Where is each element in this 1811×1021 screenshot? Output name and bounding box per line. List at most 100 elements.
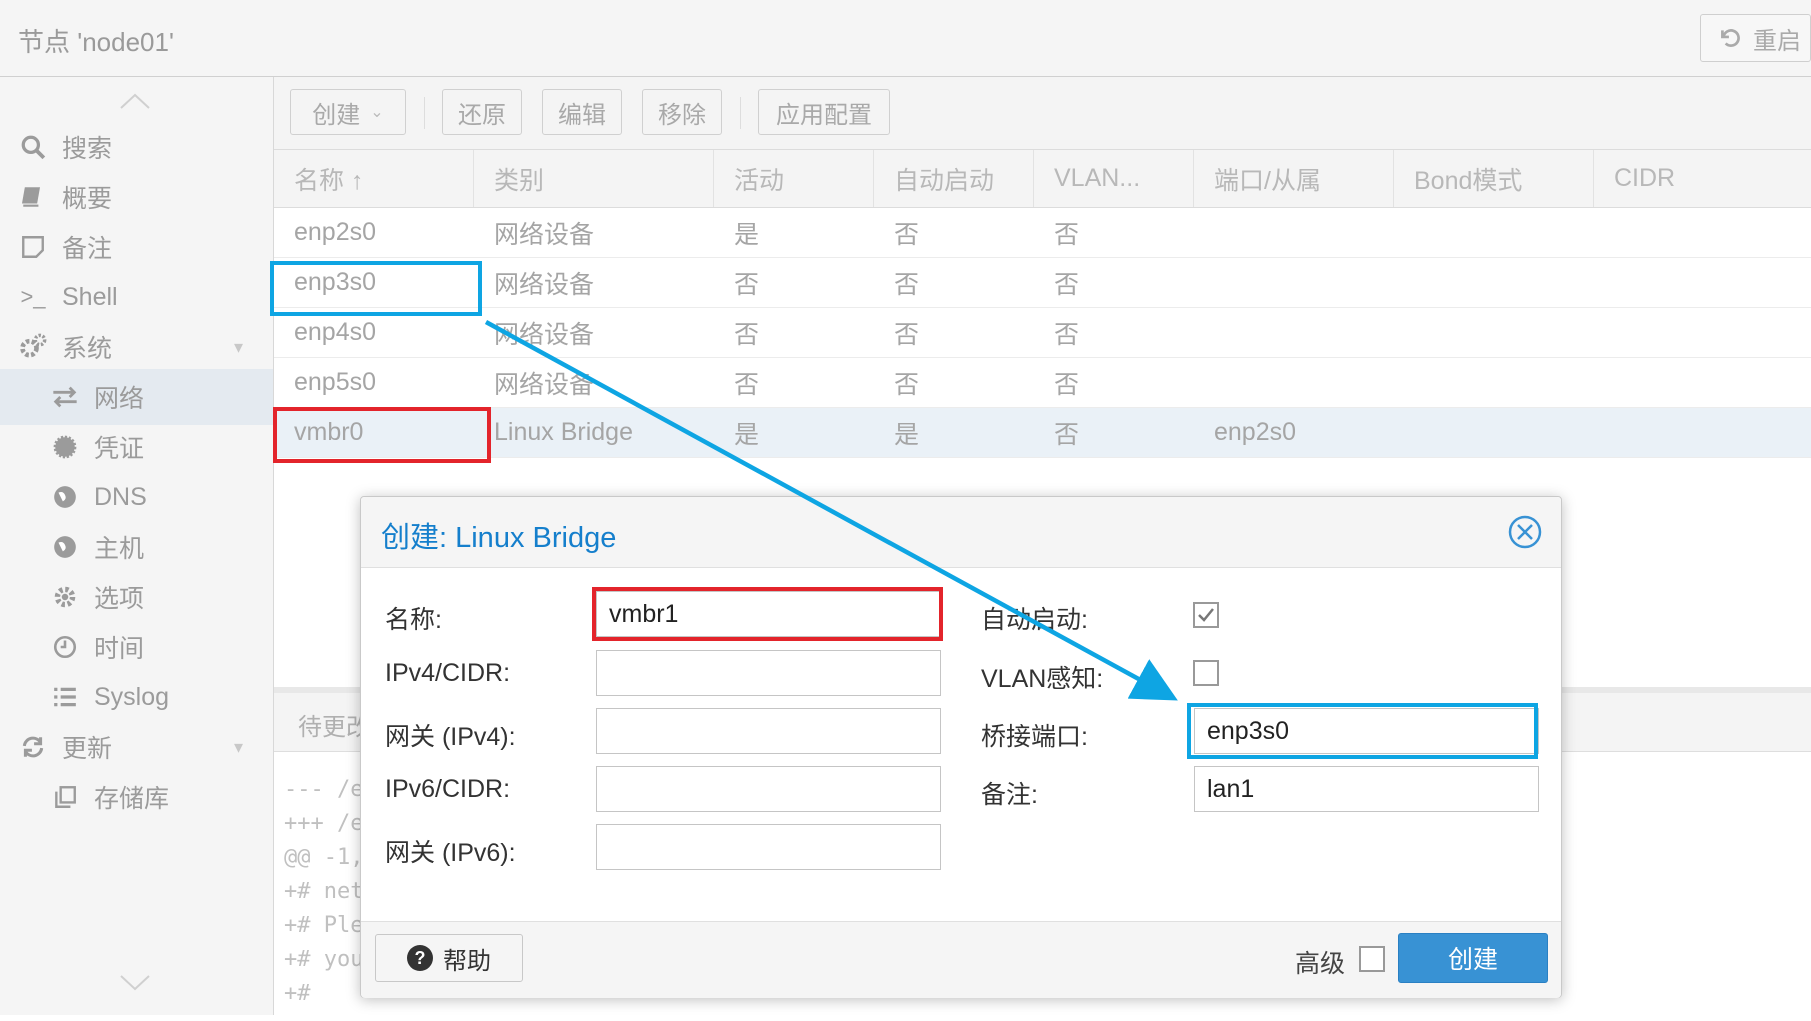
globe-icon — [50, 482, 80, 512]
sidebar-item-label: DNS — [94, 482, 147, 511]
column-header-active[interactable]: 活动 — [714, 150, 874, 207]
gateway-ipv4-input[interactable] — [596, 708, 941, 754]
copy-icon — [50, 782, 80, 812]
name-label: 名称: — [385, 606, 442, 634]
apply-config-button[interactable]: 应用配置 — [758, 89, 890, 135]
cell-active: 否 — [734, 270, 760, 299]
cell-vlan: 否 — [1054, 270, 1080, 299]
sidebar-item-syslog[interactable]: Syslog — [0, 669, 273, 725]
ipv6-cidr-input[interactable] — [596, 766, 941, 812]
diff-line: +# net — [284, 879, 364, 904]
create-menu-button[interactable]: 创建 ⌄ — [290, 89, 406, 135]
diff-line: +# you — [284, 947, 364, 972]
node-title: 节点 'node01' — [18, 27, 174, 57]
sidebar-item-label: 搜索 — [62, 135, 113, 163]
cell-autostart: 否 — [894, 270, 920, 299]
edit-button[interactable]: 编辑 — [542, 89, 622, 135]
cell-autostart: 是 — [894, 420, 920, 449]
create-menu-label: 创建 — [312, 101, 361, 129]
sidebar-item-search[interactable]: 搜索 — [0, 119, 273, 175]
revert-button[interactable]: 还原 — [442, 89, 522, 135]
ipv6-cidr-label: IPv6/CIDR: — [385, 775, 511, 803]
cell-active: 是 — [734, 420, 760, 449]
ipv4-cidr-input[interactable] — [596, 650, 941, 696]
sidebar-item-label: 存储库 — [94, 785, 170, 813]
sidebar-item-label: 更新 — [62, 735, 113, 763]
book-icon — [18, 182, 48, 212]
column-header-autostart[interactable]: 自动启动 — [874, 150, 1034, 207]
remove-button[interactable]: 移除 — [642, 89, 722, 135]
sidebar-item-summary[interactable]: 概要 — [0, 169, 273, 225]
table-row[interactable]: vmbr0 Linux Bridge 是 是 否 enp2s0 — [274, 408, 1811, 458]
check-icon — [1198, 608, 1214, 622]
cell-active: 否 — [734, 370, 760, 399]
sidebar-item-label: 概要 — [62, 185, 113, 213]
note-icon — [18, 232, 48, 262]
column-header-bond-mode[interactable]: Bond模式 — [1394, 150, 1594, 207]
cell-type: Linux Bridge — [494, 418, 633, 446]
sidebar-item-repositories[interactable]: 存储库 — [0, 769, 273, 825]
table-row[interactable]: enp5s0 网络设备 否 否 否 — [274, 358, 1811, 408]
column-header-vlan[interactable]: VLAN... — [1034, 150, 1194, 207]
gateway-ipv6-input[interactable] — [596, 824, 941, 870]
highlight-box-name-input — [592, 587, 943, 641]
cell-name: enp5s0 — [294, 368, 377, 396]
highlight-box-enp3s0 — [270, 261, 482, 316]
table-row[interactable]: enp3s0 网络设备 否 否 否 — [274, 258, 1811, 308]
column-header-name[interactable]: 名称 ↑ — [274, 150, 474, 207]
create-button[interactable]: 创建 — [1398, 933, 1548, 983]
reboot-button[interactable]: 重启 — [1700, 14, 1811, 62]
sidebar-item-network[interactable]: 网络 — [0, 369, 273, 425]
clock-icon — [50, 632, 80, 662]
sidebar-item-label: Shell — [62, 282, 118, 311]
cell-ports — [1194, 358, 1214, 407]
close-icon[interactable] — [1508, 515, 1542, 549]
help-label: 帮助 — [443, 947, 491, 975]
chevron-down-icon[interactable]: ▾ — [234, 737, 243, 758]
vlan-aware-checkbox[interactable] — [1193, 660, 1219, 686]
sidebar-item-label: 网络 — [94, 385, 145, 413]
column-header-ports[interactable]: 端口/从属 — [1194, 150, 1394, 207]
diff-line: +# — [284, 981, 311, 1006]
advanced-checkbox[interactable] — [1359, 946, 1385, 972]
column-header-cidr[interactable]: CIDR — [1594, 150, 1811, 207]
autostart-checkbox[interactable] — [1193, 602, 1219, 628]
sidebar-item-dns[interactable]: DNS — [0, 469, 273, 525]
table-row[interactable]: enp2s0 网络设备 是 否 否 — [274, 208, 1811, 258]
cell-vlan: 否 — [1054, 220, 1080, 249]
chevron-down-icon[interactable]: ▾ — [234, 337, 243, 358]
sidebar-item-options[interactable]: 选项 — [0, 569, 273, 625]
node-header: 节点 'node01' 重启 — [0, 0, 1811, 77]
help-button[interactable]: ? 帮助 — [375, 934, 523, 982]
sidebar-item-system[interactable]: 系统 ▾ — [0, 319, 273, 375]
search-icon — [18, 132, 48, 162]
cell-name: enp2s0 — [294, 218, 377, 246]
cell-type: 网络设备 — [494, 370, 595, 399]
question-icon: ? — [407, 945, 433, 971]
cell-type: 网络设备 — [494, 220, 595, 249]
sidebar-item-label: 选项 — [94, 585, 145, 613]
network-toolbar: 创建 ⌄ 还原 编辑 移除 应用配置 — [274, 77, 1811, 150]
terminal-icon: >_ — [20, 284, 46, 309]
cell-vlan: 否 — [1054, 320, 1080, 349]
scroll-up-icon[interactable] — [118, 91, 152, 111]
diff-line: +# Ple — [284, 913, 364, 938]
scroll-down-icon[interactable] — [118, 973, 152, 993]
sidebar-item-hosts[interactable]: 主机 — [0, 519, 273, 575]
sidebar-item-time[interactable]: 时间 — [0, 619, 273, 675]
highlight-box-vmbr0 — [273, 407, 491, 463]
comment-input[interactable]: lan1 — [1194, 766, 1539, 812]
sidebar-item-notes[interactable]: 备注 — [0, 219, 273, 275]
highlight-box-bridge-ports-input — [1187, 703, 1538, 759]
sidebar-item-shell[interactable]: >_ Shell — [0, 269, 273, 325]
advanced-label: 高级 — [1295, 950, 1346, 978]
column-header-type[interactable]: 类别 — [474, 150, 714, 207]
reboot-label: 重启 — [1753, 27, 1801, 55]
sidebar-item-certificates[interactable]: 凭证 — [0, 419, 273, 475]
cell-vlan: 否 — [1054, 420, 1080, 449]
sidebar-item-label: 系统 — [62, 335, 113, 363]
sidebar-item-updates[interactable]: 更新 ▾ — [0, 719, 273, 775]
diff-line: @@ -1, — [284, 845, 364, 870]
gateway-ipv6-label: 网关 (IPv6): — [385, 839, 516, 867]
table-row[interactable]: enp4s0 网络设备 否 否 否 — [274, 308, 1811, 358]
